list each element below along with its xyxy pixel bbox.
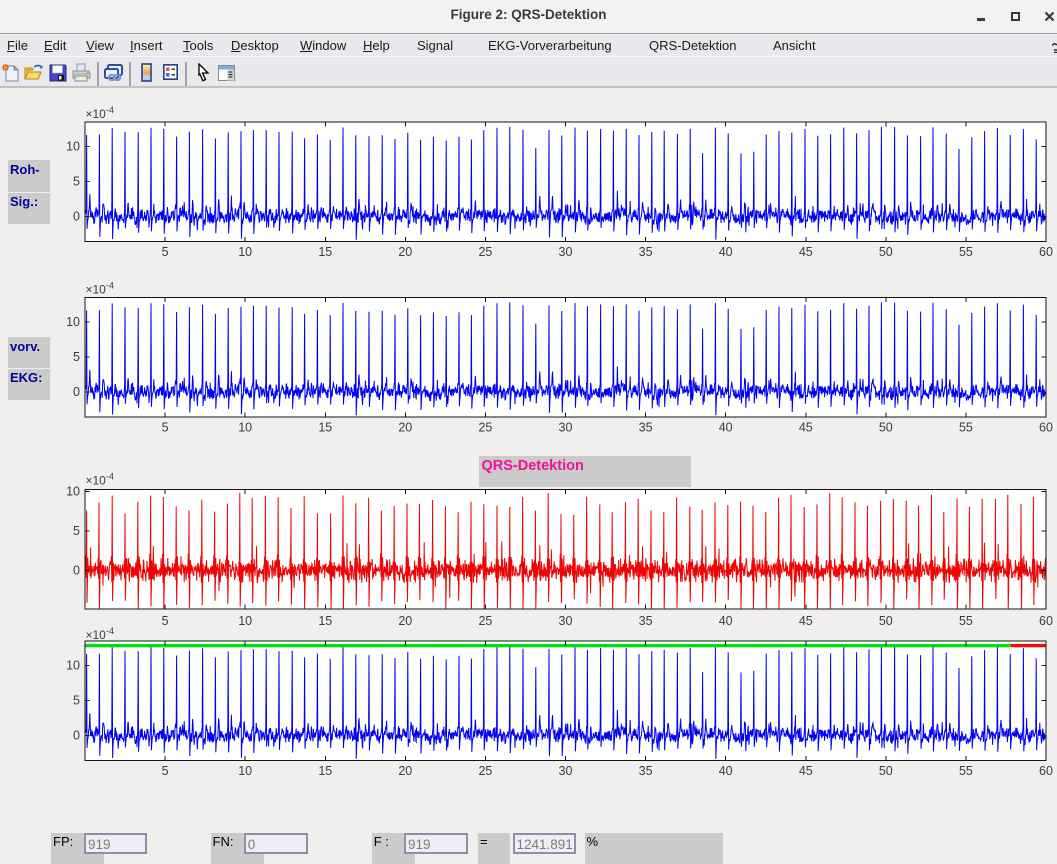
svg-text:10: 10	[66, 659, 80, 673]
svg-text:40: 40	[719, 245, 733, 259]
svg-text:50: 50	[879, 614, 893, 628]
svg-text:5: 5	[73, 524, 80, 538]
svg-text:×10: ×10	[86, 474, 107, 488]
svg-text:50: 50	[879, 421, 893, 435]
svg-text:-4: -4	[106, 626, 114, 636]
svg-text:5: 5	[162, 614, 169, 628]
svg-text:0: 0	[73, 729, 80, 743]
svg-text:60: 60	[1039, 245, 1053, 259]
svg-text:45: 45	[799, 614, 813, 628]
svg-text:30: 30	[559, 421, 573, 435]
svg-text:55: 55	[959, 764, 973, 778]
svg-text:10: 10	[238, 764, 252, 778]
svg-text:50: 50	[879, 245, 893, 259]
svg-text:60: 60	[1039, 421, 1053, 435]
svg-text:20: 20	[398, 245, 412, 259]
svg-text:35: 35	[639, 764, 653, 778]
svg-text:0: 0	[73, 385, 80, 399]
svg-text:5: 5	[73, 694, 80, 708]
svg-text:15: 15	[318, 764, 332, 778]
svg-text:10: 10	[66, 315, 80, 329]
svg-text:-4: -4	[106, 472, 114, 482]
svg-text:15: 15	[318, 614, 332, 628]
svg-text:-4: -4	[106, 105, 114, 115]
svg-text:10: 10	[66, 140, 80, 154]
svg-text:20: 20	[398, 614, 412, 628]
svg-text:45: 45	[799, 764, 813, 778]
svg-text:5: 5	[162, 764, 169, 778]
svg-text:×10: ×10	[86, 283, 107, 297]
svg-text:30: 30	[559, 614, 573, 628]
svg-text:10: 10	[238, 245, 252, 259]
svg-text:15: 15	[318, 245, 332, 259]
svg-text:40: 40	[719, 764, 733, 778]
svg-text:35: 35	[639, 614, 653, 628]
svg-text:35: 35	[639, 245, 653, 259]
svg-text:0: 0	[73, 210, 80, 224]
svg-text:10: 10	[238, 421, 252, 435]
svg-text:50: 50	[879, 764, 893, 778]
svg-text:20: 20	[398, 421, 412, 435]
svg-text:30: 30	[559, 245, 573, 259]
svg-text:45: 45	[799, 245, 813, 259]
svg-text:60: 60	[1039, 614, 1053, 628]
svg-text:35: 35	[639, 421, 653, 435]
svg-text:-4: -4	[106, 281, 114, 291]
svg-text:40: 40	[719, 421, 733, 435]
svg-text:10: 10	[66, 485, 80, 499]
svg-text:×10: ×10	[86, 107, 107, 121]
svg-text:60: 60	[1039, 764, 1053, 778]
svg-text:25: 25	[478, 245, 492, 259]
svg-text:25: 25	[478, 421, 492, 435]
svg-text:×10: ×10	[86, 628, 107, 642]
svg-text:40: 40	[719, 614, 733, 628]
svg-text:55: 55	[959, 421, 973, 435]
svg-text:20: 20	[398, 764, 412, 778]
svg-text:45: 45	[799, 421, 813, 435]
svg-text:5: 5	[162, 421, 169, 435]
svg-text:15: 15	[318, 421, 332, 435]
svg-text:5: 5	[73, 350, 80, 364]
svg-text:30: 30	[559, 764, 573, 778]
svg-text:25: 25	[478, 764, 492, 778]
svg-text:0: 0	[73, 564, 80, 578]
svg-text:25: 25	[478, 614, 492, 628]
svg-text:10: 10	[238, 614, 252, 628]
svg-text:55: 55	[959, 614, 973, 628]
svg-text:55: 55	[959, 245, 973, 259]
svg-text:5: 5	[162, 245, 169, 259]
svg-text:5: 5	[73, 175, 80, 189]
